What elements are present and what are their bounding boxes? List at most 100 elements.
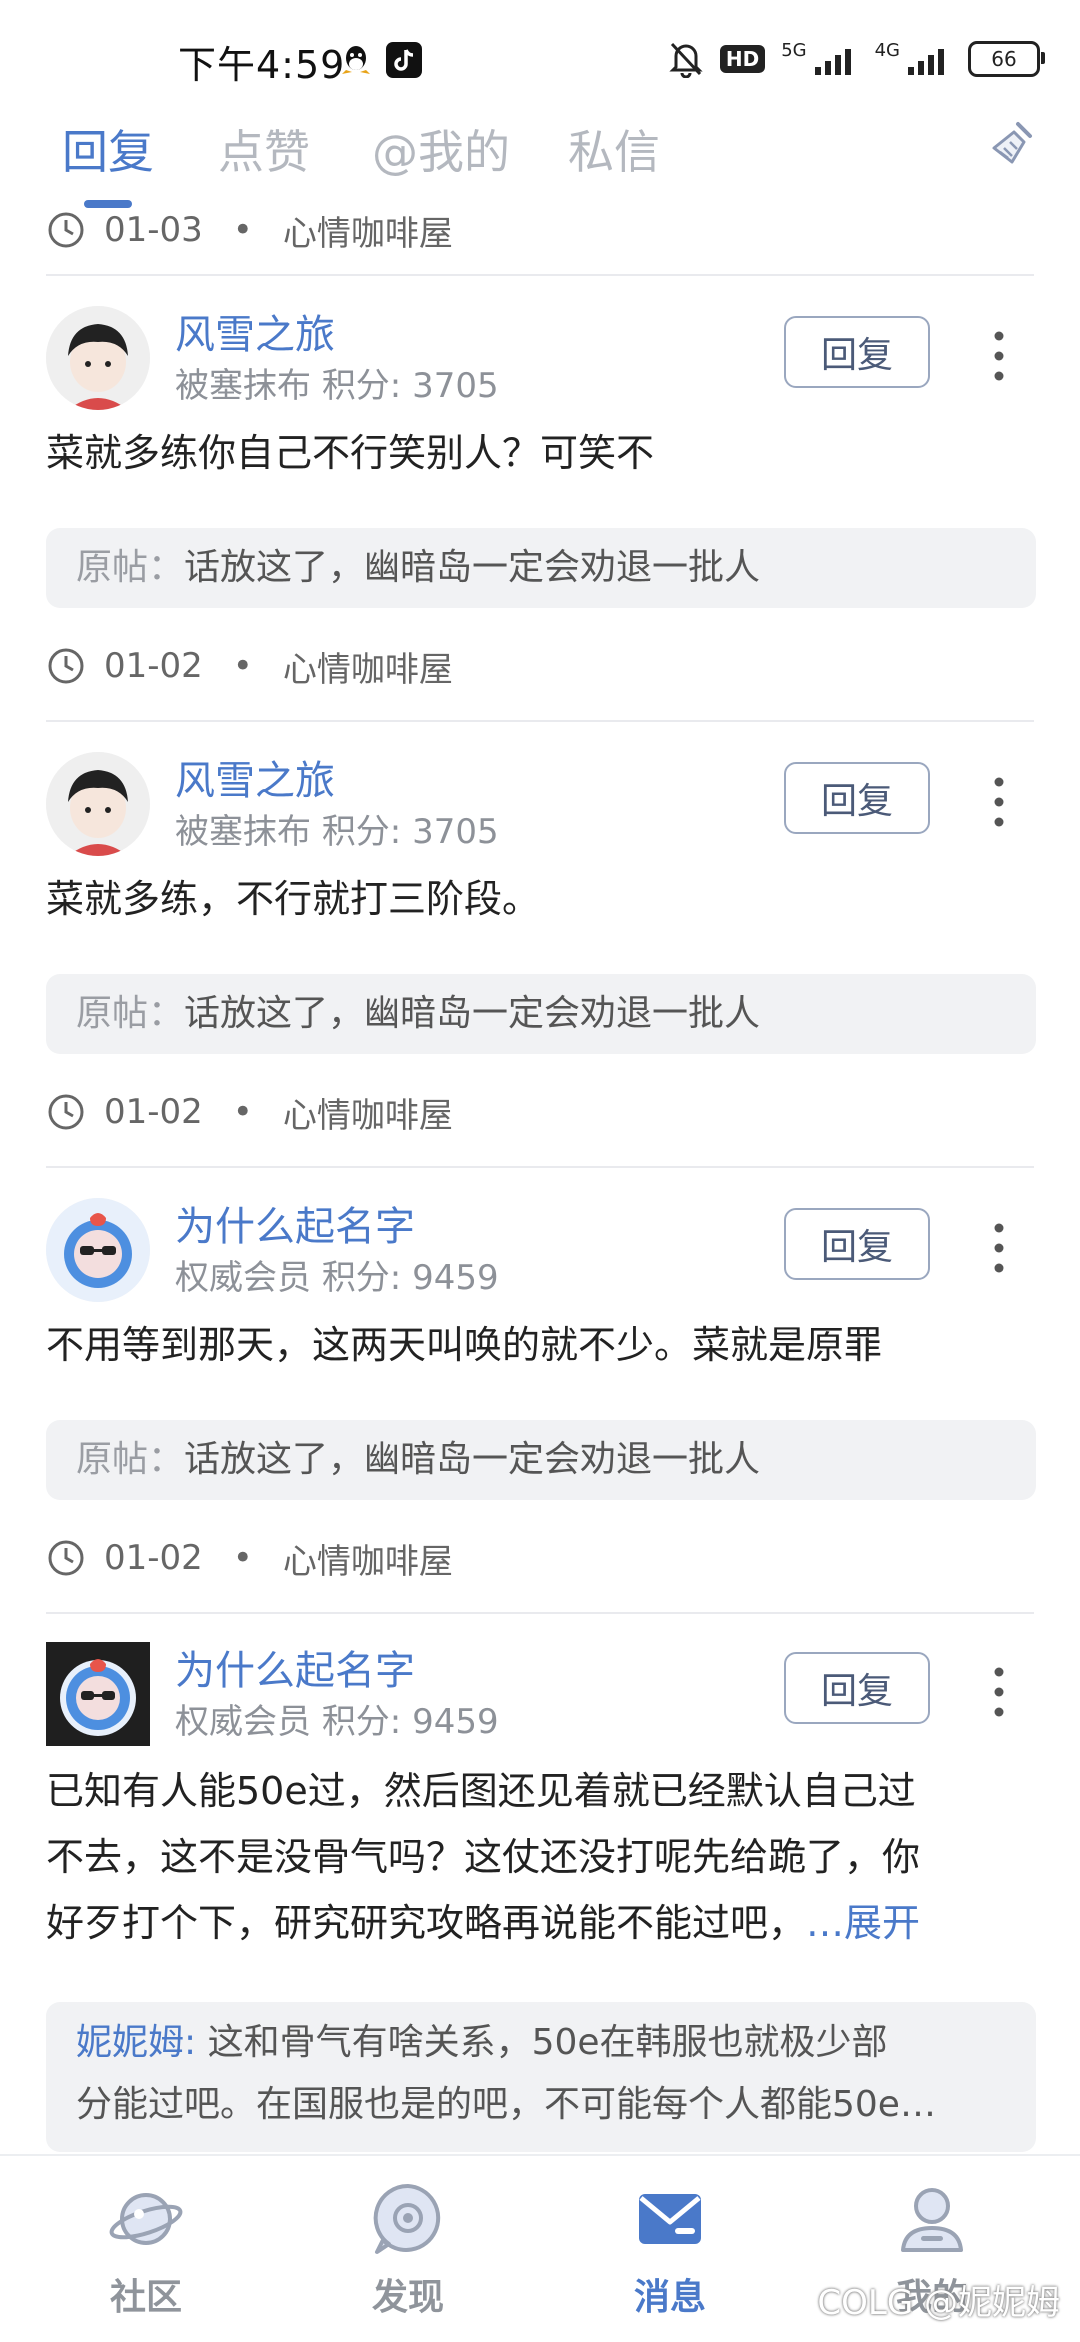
more-options-icon[interactable] <box>984 1662 1014 1722</box>
comment-line: 已知有人能50e过，然后图还见着就已经默认自己过 <box>46 1769 916 1813</box>
quote-line: 分能过吧。在国服也是的吧，不可能每个人都能50e… <box>76 2084 936 2125</box>
planet-icon <box>109 2193 183 2245</box>
user-points: 积分: 3705 <box>321 366 499 406</box>
more-options-icon[interactable] <box>984 1218 1014 1278</box>
network-5g-label: 5G <box>781 39 807 61</box>
nav-community[interactable]: 社区 <box>66 2178 226 2320</box>
post-date: 01-03 <box>104 210 203 250</box>
username[interactable]: 风雪之旅 <box>175 748 335 806</box>
tab-indicator <box>84 200 132 208</box>
reply-list: 01-03 • 心情咖啡屋 风雪之旅 被塞抹布 积分: 3705 回复 菜就多练… <box>0 210 1080 2154</box>
avatar[interactable] <box>46 752 150 856</box>
nav-label: 消息 <box>633 2277 706 2318</box>
user-info: 权威会员 积分: 9459 <box>175 1694 499 1743</box>
username[interactable]: 为什么起名字 <box>175 1638 415 1696</box>
username[interactable]: 为什么起名字 <box>175 1194 415 1252</box>
user-info: 被塞抹布 积分: 3705 <box>175 358 499 407</box>
profile-icon <box>901 2188 963 2252</box>
user-info: 被塞抹布 积分: 3705 <box>175 804 499 853</box>
reply-button[interactable]: 回复 <box>784 1652 930 1724</box>
avatar[interactable] <box>46 1198 150 1302</box>
divider <box>46 720 1034 722</box>
signal-icon <box>908 49 944 75</box>
quoted-post[interactable]: 原帖：话放这了，幽暗岛一定会劝退一批人 <box>46 1420 1036 1500</box>
quote-text: 话放这了，幽暗岛一定会劝退一批人 <box>184 547 761 588</box>
meta-row: 01-02 • 心情咖啡屋 <box>46 1528 453 1588</box>
user-points: 积分: 9459 <box>321 1258 499 1298</box>
clock-icon <box>48 1540 84 1576</box>
avatar[interactable] <box>46 1642 150 1746</box>
comment-text: 菜就多练，不行就打三阶段。 <box>46 877 541 921</box>
reply-button[interactable]: 回复 <box>784 1208 930 1280</box>
clock-icon <box>48 212 84 248</box>
comment-line: 不去，这不是没骨气吗？这仗还没打呢先给跪了，你 <box>46 1835 921 1879</box>
battery-level: 66 <box>991 47 1017 71</box>
message-icon <box>639 2194 701 2244</box>
watermark: COLG @妮妮姆 <box>817 2283 1060 2323</box>
separator-dot: • <box>232 1092 253 1132</box>
quote-label: 原帖： <box>76 547 185 588</box>
quoted-post[interactable]: 原帖：话放这了，幽暗岛一定会劝退一批人 <box>46 528 1036 608</box>
discover-icon <box>373 2183 441 2254</box>
reply-button[interactable]: 回复 <box>784 762 930 834</box>
user-points: 积分: 3705 <box>321 812 499 852</box>
clear-broom-icon[interactable] <box>984 118 1040 174</box>
divider <box>46 1612 1034 1614</box>
comment-line-text: 好歹打个下，研究研究攻略再说能不能过吧， <box>46 1901 807 1945</box>
user-rank: 权威会员 <box>175 1702 311 1742</box>
bell-muted-icon <box>669 42 703 78</box>
nav-messages[interactable]: 消息 <box>590 2178 750 2320</box>
quoted-reply[interactable]: 妮妮姆: 这和骨气有啥关系，50e在韩服也就极少部 分能过吧。在国服也是的吧，不… <box>46 2002 1036 2152</box>
comment-text: 不用等到那天，这两天叫唤的就不少。菜就是原罪 <box>46 1323 883 1367</box>
divider <box>46 274 1034 276</box>
nav-label: 社区 <box>109 2277 182 2318</box>
more-options-icon[interactable] <box>984 326 1014 386</box>
status-indicators: HD 5G 4G 66 <box>668 38 1045 80</box>
username[interactable]: 风雪之旅 <box>175 302 335 360</box>
bottom-navigation: 社区 发现 消息 我的 COLG @妮妮姆 <box>0 2154 1080 2342</box>
quoted-post[interactable]: 原帖：话放这了，幽暗岛一定会劝退一批人 <box>46 974 1036 1054</box>
tab-reply[interactable]: 回复 <box>62 116 154 182</box>
expand-link[interactable]: …展开 <box>806 1901 920 1945</box>
more-options-icon[interactable] <box>984 772 1014 832</box>
user-rank: 权威会员 <box>175 1258 311 1298</box>
avatar[interactable] <box>46 306 150 410</box>
tiktok-icon <box>386 42 422 78</box>
tab-likes[interactable]: 点赞 <box>218 116 310 182</box>
tab-private-messages[interactable]: 私信 <box>568 116 660 182</box>
post-date: 01-02 <box>104 1538 203 1578</box>
comment-text: 已知有人能50e过，然后图还见着就已经默认自己过 不去，这不是没骨气吗？这仗还没… <box>46 1758 1036 1956</box>
separator-dot: • <box>232 646 253 686</box>
network-4g-label: 4G <box>874 39 900 61</box>
reply-button[interactable]: 回复 <box>784 316 930 388</box>
message-tabs: 回复 点赞 @我的 私信 <box>0 110 1080 210</box>
clock-icon <box>48 1094 84 1130</box>
quote-text: 话放这了，幽暗岛一定会劝退一批人 <box>184 1439 761 1480</box>
tab-mentions[interactable]: @我的 <box>372 116 510 182</box>
user-rank: 被塞抹布 <box>175 812 311 852</box>
quote-text: 话放这了，幽暗岛一定会劝退一批人 <box>184 993 761 1034</box>
nav-discover[interactable]: 发现 <box>328 2178 488 2320</box>
quote-username[interactable]: 妮妮姆: <box>76 2022 196 2063</box>
comment-line: 好歹打个下，研究研究攻略再说能不能过吧，…展开 <box>46 1890 1036 1956</box>
quote-label: 原帖： <box>76 993 185 1034</box>
meta-row: 01-02 • 心情咖啡屋 <box>46 1082 453 1142</box>
status-time: 下午4:59 <box>178 43 346 87</box>
post-date: 01-02 <box>104 1092 203 1132</box>
forum-name[interactable]: 心情咖啡屋 <box>283 642 453 691</box>
user-info: 权威会员 积分: 9459 <box>175 1250 499 1299</box>
separator-dot: • <box>232 210 253 250</box>
signal-icon <box>814 49 851 75</box>
battery-icon: 66 <box>968 41 1045 77</box>
forum-name[interactable]: 心情咖啡屋 <box>283 1534 453 1583</box>
clock-icon <box>48 648 84 684</box>
forum-name[interactable]: 心情咖啡屋 <box>283 1088 453 1137</box>
quote-label: 原帖： <box>76 1439 185 1480</box>
status-bar: 下午4:59 HD 5G 4G 66 <box>0 0 1080 110</box>
comment-text: 菜就多练你自己不行笑别人？可笑不 <box>46 431 655 475</box>
nav-label: 发现 <box>371 2277 444 2318</box>
forum-name[interactable]: 心情咖啡屋 <box>283 210 453 255</box>
meta-row: 01-02 • 心情咖啡屋 <box>46 636 453 696</box>
divider <box>46 1166 1034 1168</box>
user-rank: 被塞抹布 <box>175 366 311 406</box>
